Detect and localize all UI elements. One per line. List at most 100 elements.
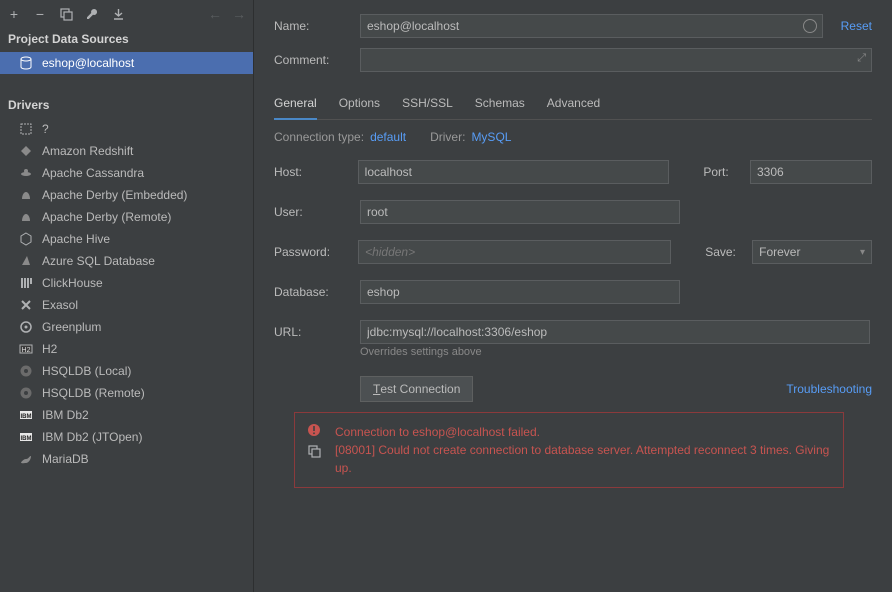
port-label: Port: bbox=[703, 165, 750, 179]
drivers-title: Drivers bbox=[0, 94, 253, 116]
reset-link[interactable]: Reset bbox=[841, 19, 872, 33]
driver-label: Azure SQL Database bbox=[42, 254, 155, 268]
driver-item[interactable]: MariaDB bbox=[0, 448, 253, 470]
tabs: General Options SSH/SSL Schemas Advanced bbox=[274, 90, 872, 120]
driver-label: Exasol bbox=[42, 298, 78, 312]
tab-options[interactable]: Options bbox=[339, 90, 380, 120]
driver-item[interactable]: Azure SQL Database bbox=[0, 250, 253, 272]
forward-icon[interactable]: → bbox=[231, 6, 247, 22]
svg-text:H2: H2 bbox=[22, 347, 31, 354]
hsqldb-icon bbox=[18, 363, 34, 379]
name-label: Name: bbox=[274, 19, 360, 33]
driver-item[interactable]: ? bbox=[0, 118, 253, 140]
mariadb-icon bbox=[18, 451, 34, 467]
driver-label: Greenplum bbox=[42, 320, 101, 334]
derby-icon bbox=[18, 209, 34, 225]
driver-label: Apache Derby (Embedded) bbox=[42, 188, 187, 202]
driver-item[interactable]: H2 H2 bbox=[0, 338, 253, 360]
driver-item[interactable]: IBM IBM Db2 bbox=[0, 404, 253, 426]
database-label: Database: bbox=[274, 285, 360, 299]
driver-label: MariaDB bbox=[42, 452, 89, 466]
url-input[interactable] bbox=[360, 320, 870, 344]
hsqldb-icon bbox=[18, 385, 34, 401]
driver-item[interactable]: Exasol bbox=[0, 294, 253, 316]
h2-icon: H2 bbox=[18, 341, 34, 357]
driver-label: ClickHouse bbox=[42, 276, 103, 290]
hive-icon bbox=[18, 231, 34, 247]
test-connection-button[interactable]: Test Connection bbox=[360, 376, 473, 402]
driver-item[interactable]: Amazon Redshift bbox=[0, 140, 253, 162]
error-text: Connection to eshop@localhost failed. [0… bbox=[335, 423, 831, 477]
save-select[interactable]: Forever bbox=[752, 240, 872, 264]
comment-label: Comment: bbox=[274, 53, 360, 67]
save-label: Save: bbox=[705, 245, 752, 259]
error-box: Connection to eshop@localhost failed. [0… bbox=[294, 412, 844, 488]
main-panel: Name: Reset Comment: ⤢ GeneralOptionsSSH… bbox=[254, 0, 892, 592]
unknown-icon bbox=[18, 121, 34, 137]
driver-label: Apache Derby (Remote) bbox=[42, 210, 171, 224]
tab-schemas[interactable]: Schemas bbox=[475, 90, 525, 120]
driver-label: Apache Hive bbox=[42, 232, 110, 246]
url-label: URL: bbox=[274, 325, 360, 339]
svg-text:IBM: IBM bbox=[21, 414, 32, 420]
comment-input[interactable] bbox=[360, 48, 872, 72]
driver-item[interactable]: Apache Derby (Remote) bbox=[0, 206, 253, 228]
driver-item[interactable]: HSQLDB (Remote) bbox=[0, 382, 253, 404]
driver-label: HSQLDB (Local) bbox=[42, 364, 131, 378]
driver-item[interactable]: Greenplum bbox=[0, 316, 253, 338]
driver-label: Driver: bbox=[430, 130, 465, 144]
driver-label: ? bbox=[42, 122, 49, 136]
add-icon[interactable]: + bbox=[6, 6, 22, 22]
conn-type-link[interactable]: default bbox=[370, 130, 406, 144]
sidebar-toolbar: + − ← → bbox=[0, 0, 253, 28]
driver-item[interactable]: HSQLDB (Local) bbox=[0, 360, 253, 382]
exasol-icon bbox=[18, 297, 34, 313]
url-hint: Overrides settings above bbox=[360, 346, 872, 358]
copy-icon[interactable] bbox=[58, 6, 74, 22]
conn-type-row: Connection type: default Driver: MySQL bbox=[274, 130, 872, 144]
import-icon[interactable] bbox=[110, 6, 126, 22]
copy-error-icon[interactable] bbox=[308, 445, 321, 458]
ibm-icon: IBM bbox=[18, 407, 34, 423]
host-label: Host: bbox=[274, 165, 358, 179]
ibm-icon: IBM bbox=[18, 429, 34, 445]
port-input[interactable] bbox=[750, 160, 872, 184]
derby-icon bbox=[18, 187, 34, 203]
sources-title: Project Data Sources bbox=[0, 28, 253, 50]
driver-label: IBM Db2 bbox=[42, 408, 89, 422]
driver-item[interactable]: Apache Derby (Embedded) bbox=[0, 184, 253, 206]
host-input[interactable] bbox=[358, 160, 670, 184]
password-label: Password: bbox=[274, 245, 358, 259]
sidebar: + − ← → Project Data Sources eshop@local… bbox=[0, 0, 254, 592]
remove-icon[interactable]: − bbox=[32, 6, 48, 22]
user-input[interactable] bbox=[360, 200, 680, 224]
driver-label: HSQLDB (Remote) bbox=[42, 386, 145, 400]
driver-item[interactable]: IBMIBM Db2 (JTOpen) bbox=[0, 426, 253, 448]
name-input[interactable] bbox=[360, 14, 823, 38]
tab-general[interactable]: General bbox=[274, 90, 317, 120]
driver-item[interactable]: Apache Cassandra bbox=[0, 162, 253, 184]
cassandra-icon bbox=[18, 165, 34, 181]
datasource-item[interactable]: eshop@localhost bbox=[0, 52, 253, 74]
sources-tree: eshop@localhost bbox=[0, 50, 253, 76]
clickhouse-icon bbox=[18, 275, 34, 291]
driver-label: Amazon Redshift bbox=[42, 144, 133, 158]
svg-text:IBM: IBM bbox=[21, 436, 32, 442]
greenplum-icon bbox=[18, 319, 34, 335]
tab-advanced[interactable]: Advanced bbox=[547, 90, 600, 120]
driver-item[interactable]: Apache Hive bbox=[0, 228, 253, 250]
back-icon[interactable]: ← bbox=[207, 6, 223, 22]
troubleshooting-link[interactable]: Troubleshooting bbox=[786, 382, 872, 396]
driver-item[interactable]: ClickHouse bbox=[0, 272, 253, 294]
tab-sshssl[interactable]: SSH/SSL bbox=[402, 90, 453, 120]
redshift-icon bbox=[18, 143, 34, 159]
driver-link[interactable]: MySQL bbox=[471, 130, 511, 144]
conn-type-label: Connection type: bbox=[274, 130, 364, 144]
datasource-icon bbox=[18, 55, 34, 71]
wrench-icon[interactable] bbox=[84, 6, 100, 22]
drivers-tree: ? Amazon Redshift Apache Cassandra Apache D… bbox=[0, 116, 253, 472]
driver-label: H2 bbox=[42, 342, 57, 356]
user-label: User: bbox=[274, 205, 360, 219]
password-input[interactable] bbox=[358, 240, 671, 264]
database-input[interactable] bbox=[360, 280, 680, 304]
